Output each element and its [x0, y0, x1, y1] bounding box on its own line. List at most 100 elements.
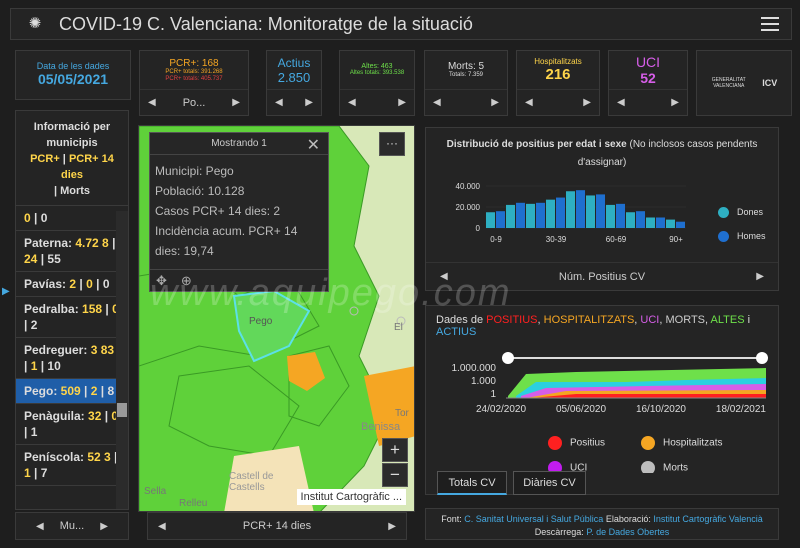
virus-logo-icon: ✺ [28, 15, 42, 32]
legend-morts: Morts [641, 461, 688, 473]
bar-homes[interactable] [676, 221, 685, 228]
pcr-card: PCR+: 168 PCR+ totals: 391.268 PCR+ tota… [139, 50, 249, 116]
next-arrow-icon[interactable]: ▶ [671, 97, 679, 108]
map-attribution[interactable]: Institut Cartogràfic ... [296, 489, 406, 505]
next-arrow-icon[interactable]: ▶ [232, 97, 240, 108]
pcr-total-1: PCR+ totals: 391.268 [165, 68, 223, 75]
map-view[interactable]: Pego Benissa Castell de Castells El Sell… [138, 125, 415, 512]
prev-arrow-icon[interactable]: ◀ [617, 97, 625, 108]
municipis-pager: ◀ Mu... ▶ [15, 512, 129, 540]
list-item[interactable]: Paterna: 4.72 8 | 24 | 55 [16, 231, 128, 272]
map-label-tor: Tor [395, 408, 409, 419]
bar-dones[interactable] [626, 212, 635, 228]
bar-dones[interactable] [586, 195, 595, 228]
bar-dones[interactable] [506, 204, 515, 228]
bar-homes[interactable] [596, 194, 605, 228]
tab-totals[interactable]: Totals CV [437, 471, 507, 495]
prev-arrow-icon[interactable]: ◀ [433, 97, 441, 108]
zoom-out-button[interactable]: − [382, 463, 408, 487]
zoom-to-icon[interactable]: ⊕ [181, 273, 192, 289]
bar-dones[interactable] [646, 217, 655, 229]
altes-label: Altes: 463 [361, 63, 393, 70]
legend-morts: Morts [60, 185, 91, 197]
prev-arrow-icon[interactable]: ◀ [158, 521, 166, 532]
municipis-panel: Informació per municipis PCR+ | PCR+ 14 … [15, 110, 129, 510]
bar-homes[interactable] [496, 211, 505, 228]
x-tick-label: 30-39 [546, 235, 567, 244]
next-arrow-icon[interactable]: ▶ [583, 97, 591, 108]
bar-dones[interactable] [546, 199, 555, 228]
prev-arrow-icon[interactable]: ◀ [36, 521, 44, 532]
bar-dones[interactable] [666, 219, 675, 228]
next-arrow-icon[interactable]: ▶ [491, 97, 499, 108]
legend-positius: Positius [548, 436, 605, 450]
uci-value: 52 [640, 70, 656, 86]
pan-icon[interactable]: ✥ [156, 273, 167, 289]
bar-homes[interactable] [576, 190, 585, 228]
close-icon[interactable]: ✕ [307, 135, 320, 155]
morts-card: Morts: 5 Totals: 7.359 ◀ ▶ [424, 50, 508, 116]
municipis-heading: Informació per municipis [33, 121, 111, 149]
prev-arrow-icon[interactable]: ◀ [525, 97, 533, 108]
bar-dones[interactable] [486, 212, 495, 228]
municipis-list[interactable]: 0 | 0 Paterna: 4.72 8 | 24 | 55 Pavías: 2 … [16, 206, 128, 486]
tab-diaries[interactable]: Diàries CV [513, 471, 586, 495]
legend-dot-homes [718, 231, 729, 243]
hosp-label: Hospitalitzats [534, 57, 582, 66]
age-chart-pager-label: Núm. Positius CV [558, 270, 646, 283]
more-options-button[interactable]: ··· [379, 132, 405, 156]
range-handle-start[interactable] [502, 352, 514, 364]
next-arrow-icon[interactable]: ▶ [100, 521, 108, 532]
next-arrow-icon[interactable]: ▶ [388, 521, 396, 532]
logos-card: GENERALITAT VALENCIANA ICV [696, 50, 792, 116]
pcr-total-2: PCR+ totals: 405.737 [165, 75, 223, 82]
link-sanitat[interactable]: C. Sanitat Universal i Salut Pública [464, 514, 603, 524]
bar-homes[interactable] [656, 217, 665, 229]
bar-homes[interactable] [556, 197, 565, 228]
link-icv[interactable]: Institut Cartogràfic Valencià [653, 514, 762, 524]
bar-homes[interactable] [616, 203, 625, 228]
bar-homes[interactable] [516, 202, 525, 228]
scrollbar-thumb[interactable] [117, 403, 127, 417]
municipis-scrollbar[interactable] [116, 211, 128, 509]
prev-arrow-icon[interactable]: ◀ [275, 97, 283, 108]
list-item[interactable]: Pedralba: 158 | 0 | 2 [16, 297, 128, 338]
next-arrow-icon[interactable]: ▶ [305, 97, 313, 108]
range-handle-end[interactable] [756, 352, 768, 364]
expand-arrow-icon[interactable]: ▶ [2, 286, 10, 297]
prev-arrow-icon[interactable]: ◀ [148, 97, 156, 108]
uci-card: UCI 52 ◀ ▶ [608, 50, 688, 116]
timeline-title: Dades de POSITIUS, HOSPITALITZATS, UCI, … [436, 314, 751, 338]
y-tick-label: 0 [476, 224, 481, 233]
age-chart-title: Distribució de positius per edat i sexe … [446, 139, 758, 168]
list-item[interactable]: Penàguila: 32 | 0 | 1 [16, 404, 128, 445]
page-title: COVID-19 C. Valenciana: Monitoratge de l… [59, 13, 473, 34]
map-label-sella: Sella [144, 486, 167, 497]
prev-arrow-icon[interactable]: ◀ [440, 271, 448, 282]
bar-dones[interactable] [526, 203, 535, 228]
date-card: Data de les dades 05/05/2021 [15, 50, 131, 100]
hamburger-menu-icon[interactable] [761, 17, 779, 31]
prev-arrow-icon[interactable]: ◀ [348, 97, 356, 108]
x-tick-label: 60-69 [606, 235, 627, 244]
pcr-pager-label: Po... [182, 96, 206, 109]
zoom-in-button[interactable]: + [382, 438, 408, 462]
actius-label: Actius [277, 55, 311, 70]
list-item[interactable]: Peníscola: 52 3 | 1 | 7 [16, 445, 128, 486]
pcr-label: PCR+: 168 [169, 57, 219, 69]
list-item[interactable]: Pego: 509 | 2 | 8 [16, 379, 128, 404]
next-arrow-icon[interactable]: ▶ [398, 97, 406, 108]
hospitalitzats-card: Hospitalitzats 216 ◀ ▶ [516, 50, 600, 116]
link-dades-obertes[interactable]: P. de Dades Obertes [586, 527, 669, 537]
bar-homes[interactable] [636, 211, 645, 228]
bar-homes[interactable] [536, 202, 545, 228]
popup-content: Municipi: Pego Població: 10.128 Casos PC… [155, 164, 298, 258]
map-label-relleu: Relleu [179, 498, 208, 509]
timeline-panel: Dades de POSITIUS, HOSPITALITZATS, UCI, … [425, 305, 779, 495]
bar-dones[interactable] [566, 191, 575, 228]
list-item[interactable]: Pavías: 2 | 0 | 0 [16, 272, 128, 297]
list-item[interactable]: 0 | 0 [16, 206, 128, 231]
bar-dones[interactable] [606, 204, 615, 228]
list-item[interactable]: Pedreguer: 3 83 | 1 | 10 [16, 338, 128, 379]
next-arrow-icon[interactable]: ▶ [756, 271, 764, 282]
